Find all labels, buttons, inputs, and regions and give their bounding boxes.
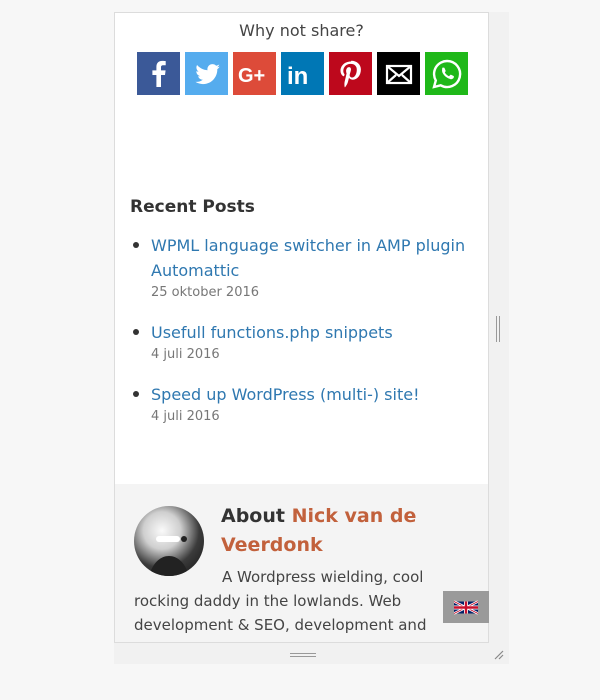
recent-posts-heading: Recent Posts <box>130 197 255 217</box>
recent-posts-list: WPML language switcher in AMP plugin Aut… <box>130 233 475 444</box>
language-switcher-button[interactable] <box>443 591 489 623</box>
post-link-wpml[interactable]: WPML language switcher in AMP plugin Aut… <box>151 233 475 283</box>
post-date: 4 juli 2016 <box>151 409 220 424</box>
about-prefix: About <box>221 505 285 527</box>
list-item: Usefull functions.php snippets 4 juli 20… <box>130 320 475 365</box>
linkedin-icon: in <box>287 63 308 90</box>
horizontal-resize-handle[interactable] <box>290 653 316 657</box>
share-buttons: G+ in <box>137 52 468 95</box>
twitter-icon <box>194 63 220 84</box>
post-link-speed-up[interactable]: Speed up WordPress (multi-) site! <box>151 382 475 407</box>
post-link-functions[interactable]: Usefull functions.php snippets <box>151 320 475 345</box>
pinterest-share-button[interactable] <box>329 52 372 95</box>
list-item: WPML language switcher in AMP plugin Aut… <box>130 233 475 303</box>
whatsapp-share-button[interactable] <box>425 52 468 95</box>
svg-text:in: in <box>287 63 308 90</box>
sidebar-panel: Why not share? G+ in Recent Posts WPML l… <box>114 12 489 643</box>
email-share-button[interactable] <box>377 52 420 95</box>
twitter-share-button[interactable] <box>185 52 228 95</box>
post-date: 25 oktober 2016 <box>151 285 260 300</box>
share-title: Why not share? <box>239 21 364 40</box>
google-plus-icon: G+ <box>238 65 265 87</box>
facebook-icon <box>151 60 166 87</box>
uk-flag-icon <box>454 599 478 615</box>
list-item: Speed up WordPress (multi-) site! 4 juli… <box>130 382 475 427</box>
google-plus-share-button[interactable]: G+ <box>233 52 276 95</box>
vertical-resize-handle[interactable] <box>496 316 500 342</box>
post-date: 4 juli 2016 <box>151 347 220 362</box>
svg-text:G+: G+ <box>238 65 265 87</box>
linkedin-share-button[interactable]: in <box>281 52 324 95</box>
about-text: A Wordpress wielding, cool rocking daddy… <box>134 568 427 634</box>
resize-grip-icon[interactable] <box>492 648 504 660</box>
about-heading: About Nick van de Veerdonk <box>221 502 446 560</box>
email-icon <box>385 64 412 84</box>
whatsapp-icon <box>431 59 461 89</box>
facebook-share-button[interactable] <box>137 52 180 95</box>
about-author-box: About Nick van de Veerdonk A Wordpress w… <box>115 484 488 642</box>
pinterest-icon <box>340 60 361 87</box>
